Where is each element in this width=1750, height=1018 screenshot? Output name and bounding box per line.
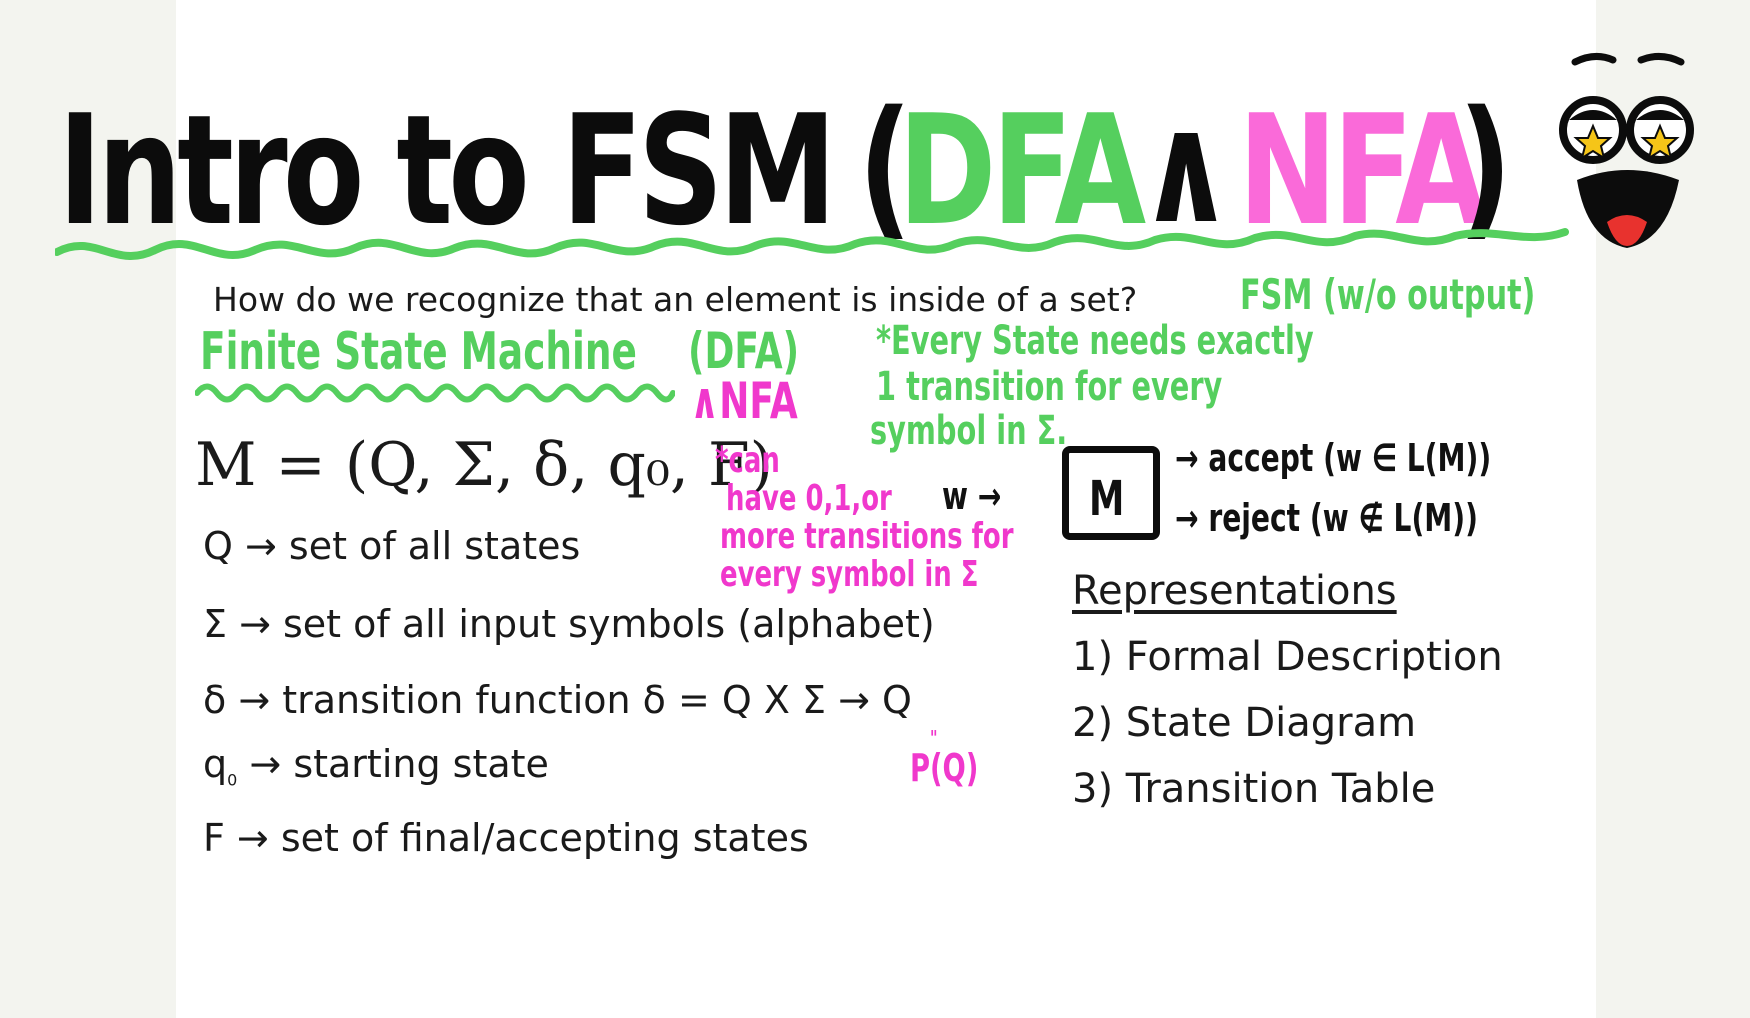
representation-item-1: 1) Formal Description xyxy=(1072,634,1503,680)
machine-box: M xyxy=(1062,446,1160,540)
definition-delta: δ → transition function δ = Q X Σ → Q xyxy=(203,678,912,722)
definition-q: Q → set of all states xyxy=(203,524,581,568)
title-squiggle-underline xyxy=(55,228,1569,260)
nfa-label: ∧NFA xyxy=(690,372,798,430)
power-set-note: P(Q) xyxy=(910,746,979,790)
nfa-note-line2: have 0,1,or xyxy=(726,478,892,519)
nfa-note-line4: every symbol in Σ xyxy=(720,554,979,595)
dfa-note-line1: *Every State needs exactly xyxy=(876,318,1314,364)
definition-f: F → set of final/accepting states xyxy=(203,816,809,860)
fsm-squiggle-underline xyxy=(195,383,675,403)
machine-accept: → accept (w ∈ L(M)) xyxy=(1175,436,1492,480)
machine-input: w → xyxy=(942,474,1002,518)
q0-text: → starting state xyxy=(249,742,549,786)
nfa-note-line1: *can xyxy=(715,440,780,481)
representation-item-3: 3) Transition Table xyxy=(1072,766,1436,812)
machine-box-label: M xyxy=(1089,471,1125,527)
finite-state-machine-label: Finite State Machine xyxy=(200,322,637,382)
q0-subscript: 0 xyxy=(227,770,238,790)
surprised-face-icon xyxy=(1559,53,1694,248)
definition-q0: q0 → starting state xyxy=(203,742,549,790)
q0-symbol: q xyxy=(203,742,228,786)
representation-item-2: 2) State Diagram xyxy=(1072,700,1417,746)
fsm-note: FSM (w/o output) xyxy=(1240,270,1536,319)
nfa-note-line3: more transitions for xyxy=(720,516,1014,557)
dfa-note-line2: 1 transition for every xyxy=(876,364,1223,410)
definition-sigma: Σ → set of all input symbols (alphabet) xyxy=(203,602,935,646)
question-text: How do we recognize that an element is i… xyxy=(213,280,1138,319)
representations-heading: Representations xyxy=(1072,568,1397,614)
machine-reject: → reject (w ∉ L(M)) xyxy=(1175,496,1478,540)
dfa-note-line3: symbol in Σ. xyxy=(870,408,1068,454)
formal-tuple: M = (Q, Σ, δ, q₀, F) xyxy=(195,430,774,500)
